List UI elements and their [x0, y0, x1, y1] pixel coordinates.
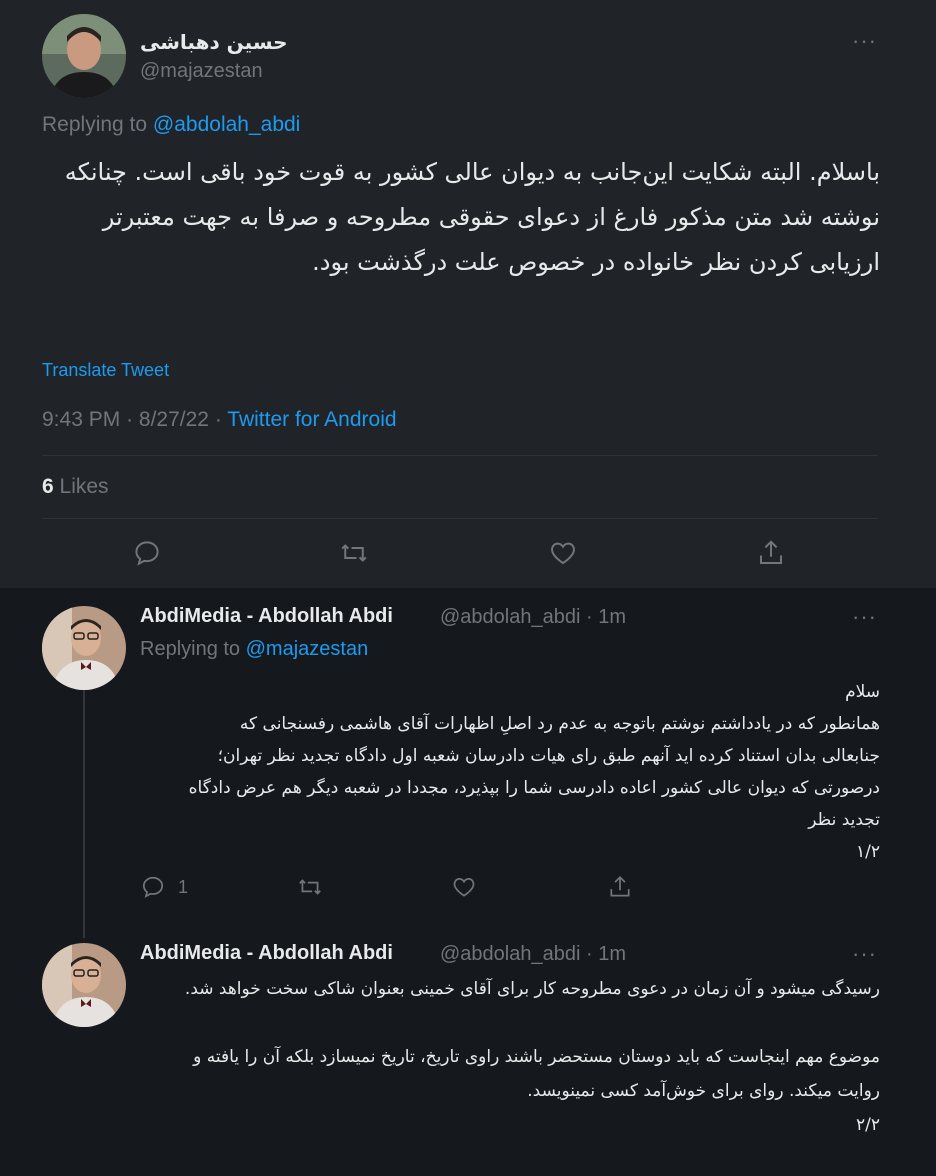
author-name[interactable]: حسین دهباشی: [140, 30, 288, 54]
reply-text: سلام همانطور که در یادداشتم نوشتم باتوجه…: [188, 682, 880, 862]
more-icon[interactable]: ···: [852, 606, 877, 628]
replying-mention[interactable]: @abdolah_abdi: [153, 113, 300, 136]
author-avatar[interactable]: [42, 14, 126, 98]
reply-button[interactable]: [132, 538, 162, 568]
reply-button[interactable]: 1: [140, 874, 188, 900]
reply-text: رسیدگی میشود و آن زمان در دعوی مطروحه کا…: [184, 979, 880, 1135]
replying-prefix: Replying to: [42, 113, 148, 136]
reply-time[interactable]: · 1m: [586, 943, 626, 965]
replying-to: Replying to @abdolah_abdi: [42, 113, 300, 137]
likes-summary[interactable]: 6 Likes: [42, 475, 109, 499]
share-icon: [610, 876, 630, 897]
retweet-icon: [341, 544, 367, 562]
tweet-source[interactable]: Twitter for Android: [227, 408, 396, 431]
thread-line: [83, 690, 85, 938]
divider: [42, 518, 878, 519]
reply-icon: [142, 876, 164, 898]
tweet-date[interactable]: 8/27/22: [139, 408, 209, 431]
more-icon[interactable]: ···: [852, 30, 877, 52]
divider: [42, 455, 878, 456]
reply-author-handle: @abdolah_abdi · 1m: [440, 943, 626, 966]
reply-avatar[interactable]: [42, 943, 126, 1027]
meta-separator: ·: [126, 408, 134, 431]
main-tweet: حسین دهباشی @majazestan ··· Replying to …: [0, 0, 936, 588]
replying-mention[interactable]: @majazestan: [246, 638, 369, 660]
like-button[interactable]: [451, 874, 477, 900]
share-button[interactable]: [756, 538, 786, 568]
tweet-meta: 9:43 PM · 8/27/22 · Twitter for Android: [42, 408, 397, 432]
like-icon: [551, 542, 575, 565]
meta-separator: ·: [214, 408, 222, 431]
translate-link[interactable]: Translate Tweet: [42, 360, 169, 381]
replying-to: Replying to @majazestan: [140, 638, 368, 661]
more-icon[interactable]: ···: [852, 943, 877, 965]
reply-count: 1: [178, 876, 189, 897]
likes-label: Likes: [59, 475, 109, 498]
tweet-text: باسلام. البته شکایت این‌جانب به دیوان عا…: [64, 158, 880, 276]
share-button[interactable]: [607, 874, 633, 900]
tweet-time[interactable]: 9:43 PM: [42, 408, 120, 431]
share-icon: [760, 540, 782, 564]
author-handle[interactable]: @majazestan: [140, 60, 263, 83]
retweet-button[interactable]: [296, 874, 324, 900]
like-button[interactable]: [548, 538, 578, 568]
reply-author-handle: @abdolah_abdi · 1m: [440, 606, 626, 629]
reply-author-name[interactable]: AbdiMedia - Abdollah Abdi: [140, 605, 393, 628]
reply-author-name[interactable]: AbdiMedia - Abdollah Abdi: [140, 942, 393, 965]
reply-icon: [135, 541, 159, 566]
replying-prefix: Replying to: [140, 638, 241, 660]
reply-time[interactable]: · 1m: [586, 606, 626, 628]
retweet-icon: [299, 879, 321, 895]
reply-handle-text[interactable]: @abdolah_abdi: [440, 606, 580, 628]
retweet-button[interactable]: [338, 538, 370, 568]
reply-avatar[interactable]: [42, 606, 126, 690]
like-icon: [453, 878, 475, 897]
reply-handle-text[interactable]: @abdolah_abdi: [440, 943, 580, 965]
likes-count: 6: [42, 475, 54, 498]
